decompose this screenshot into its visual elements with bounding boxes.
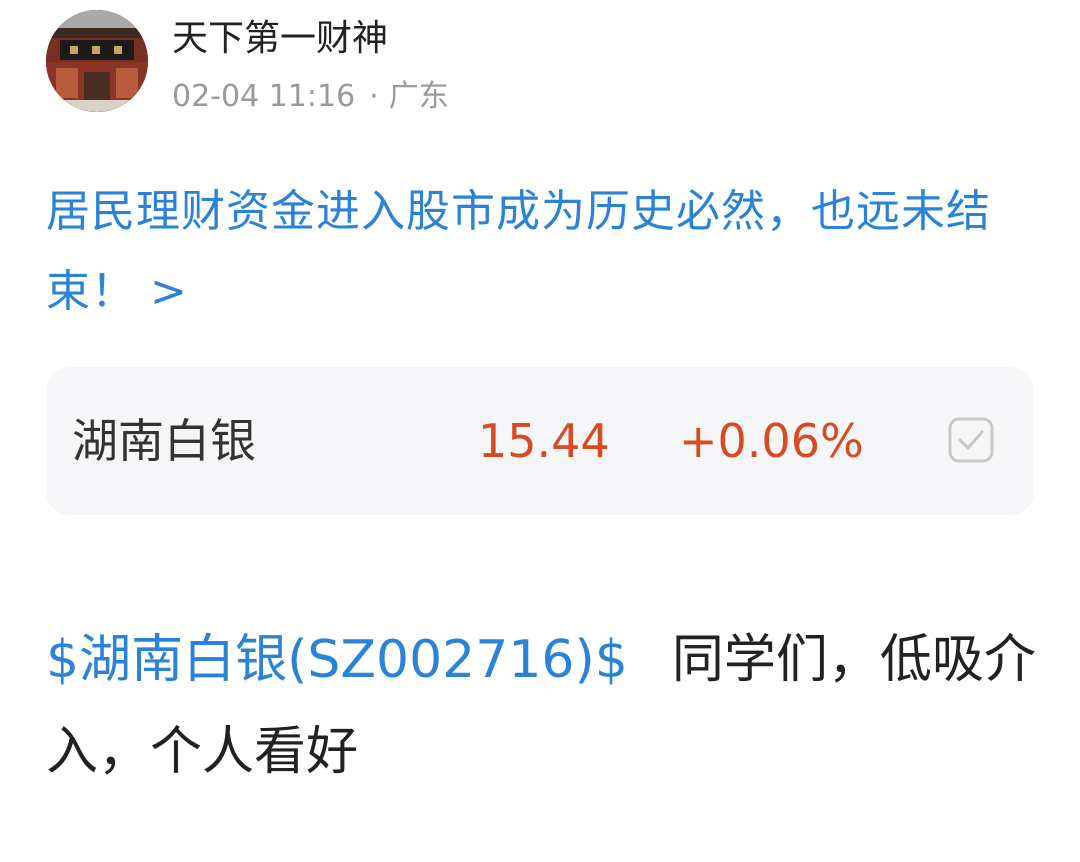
stock-tag-link[interactable]: $湖南白银(SZ002716)$: [46, 630, 628, 690]
stock-name: 湖南白银: [72, 414, 256, 468]
post-body: $湖南白银(SZ002716)$ 同学们，低吸介入，个人看好: [46, 614, 1036, 798]
post-location: 广东: [388, 79, 449, 114]
stock-change: +0.06%: [679, 414, 864, 468]
post-page: 天下第一财神 02-04 11:16 · 广东 居民理财资金进入股市成为历史必然，也…: [0, 0, 1080, 862]
stock-price: 15.44: [478, 414, 610, 468]
post-header: 天下第一财神 02-04 11:16 · 广东: [46, 10, 1036, 114]
post-date: 02-04 11:16: [172, 79, 356, 114]
meta-separator: ·: [369, 79, 379, 114]
author-name[interactable]: 天下第一财神: [172, 16, 388, 62]
article-link[interactable]: 居民理财资金进入股市成为历史必然，也远未结束！ >: [46, 172, 1036, 332]
stock-card[interactable]: 湖南白银 15.44 +0.06%: [46, 367, 1034, 515]
chevron-right-icon: >: [150, 266, 188, 317]
avatar[interactable]: [46, 10, 148, 112]
post-meta: 02-04 11:16 · 广东: [172, 78, 449, 116]
add-watchlist-checkbox-icon[interactable]: [948, 417, 994, 463]
